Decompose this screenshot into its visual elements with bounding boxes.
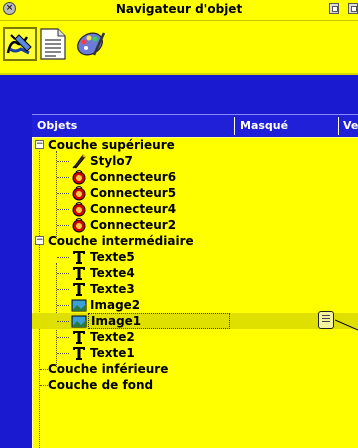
text-icon bbox=[73, 283, 85, 296]
tree-item-label: Connecteur6 bbox=[90, 170, 177, 184]
layer-label: Couche de fond bbox=[48, 378, 154, 392]
connector-icon bbox=[72, 170, 86, 185]
window-menu-icon[interactable] bbox=[329, 3, 339, 14]
tree-item-label: Texte1 bbox=[90, 346, 135, 360]
text-icon bbox=[73, 267, 85, 280]
text-icon bbox=[73, 347, 85, 360]
tree-item[interactable]: Texte3 bbox=[32, 281, 358, 297]
pen-icon bbox=[72, 154, 86, 169]
tree-item[interactable]: Texte4 bbox=[32, 265, 358, 281]
tree-item[interactable]: Connecteur6 bbox=[32, 169, 358, 185]
palette-tool[interactable] bbox=[74, 27, 108, 61]
text-icon bbox=[73, 331, 85, 344]
layer-row[interactable]: − Couche supérieure bbox=[32, 137, 358, 153]
tree-item[interactable]: Image2 bbox=[32, 297, 358, 313]
tree-item-selected[interactable]: Image1 bbox=[32, 311, 358, 331]
tree-item[interactable]: Connecteur5 bbox=[32, 185, 358, 201]
locked-column-header[interactable]: Ver bbox=[343, 119, 358, 132]
layer-row[interactable]: Couche de fond bbox=[32, 377, 358, 393]
page-icon bbox=[40, 28, 66, 60]
collapse-toggle-icon[interactable]: − bbox=[35, 236, 44, 245]
tree-item[interactable]: Connecteur4 bbox=[32, 201, 358, 217]
page-view-tool[interactable] bbox=[38, 27, 72, 61]
window-title: Navigateur d'objet bbox=[115, 2, 243, 16]
text-icon bbox=[73, 251, 85, 264]
tree-item-label: Connecteur5 bbox=[90, 186, 177, 200]
layer-label: Couche supérieure bbox=[48, 138, 175, 152]
object-tree: − Couche supérieure Stylo7 Connecteur6 C… bbox=[32, 137, 358, 448]
navigator-icon bbox=[6, 34, 32, 55]
tree-item-label: Texte5 bbox=[90, 250, 135, 264]
layer-label: Couche intermédiaire bbox=[48, 234, 194, 248]
layer-row[interactable]: − Couche intermédiaire bbox=[32, 233, 358, 249]
tree-item-label: Image2 bbox=[90, 298, 141, 312]
tree-item-label: Image1 bbox=[88, 313, 231, 329]
tree-item-label: Connecteur2 bbox=[90, 218, 177, 232]
tree-item-label: Texte2 bbox=[90, 330, 135, 344]
image-icon bbox=[71, 315, 87, 328]
connector-icon bbox=[72, 202, 86, 217]
tree-item[interactable]: Texte2 bbox=[32, 329, 358, 345]
title-bar: × Navigateur d'objet bbox=[0, 0, 358, 21]
tree-item-label: Connecteur4 bbox=[90, 202, 177, 216]
layer-row[interactable]: Couche inférieure bbox=[32, 361, 358, 377]
layer-label: Couche inférieure bbox=[48, 362, 169, 376]
object-navigator-tool[interactable] bbox=[3, 27, 37, 61]
connector-icon bbox=[72, 218, 86, 233]
tree-item[interactable]: Stylo7 bbox=[32, 153, 358, 169]
tree-item[interactable]: Texte1 bbox=[32, 345, 358, 361]
connector-icon bbox=[72, 186, 86, 201]
collapse-toggle-icon[interactable]: − bbox=[35, 140, 44, 149]
column-header: Objets Masqué Ver bbox=[32, 114, 358, 138]
tree-item-label: Texte3 bbox=[90, 282, 135, 296]
window-pin-icon[interactable] bbox=[348, 3, 358, 14]
objects-column-header[interactable]: Objets bbox=[37, 119, 77, 132]
palette-icon bbox=[77, 32, 106, 56]
tree-item[interactable]: Connecteur2 bbox=[32, 217, 358, 233]
image-icon bbox=[71, 299, 87, 312]
tree-item[interactable]: Texte5 bbox=[32, 249, 358, 265]
tree-item-label: Stylo7 bbox=[90, 154, 133, 168]
toolbar bbox=[0, 21, 358, 75]
hidden-column-header[interactable]: Masqué bbox=[240, 119, 288, 132]
tree-item-label: Texte4 bbox=[90, 266, 135, 280]
object-properties-icon[interactable] bbox=[318, 311, 334, 329]
